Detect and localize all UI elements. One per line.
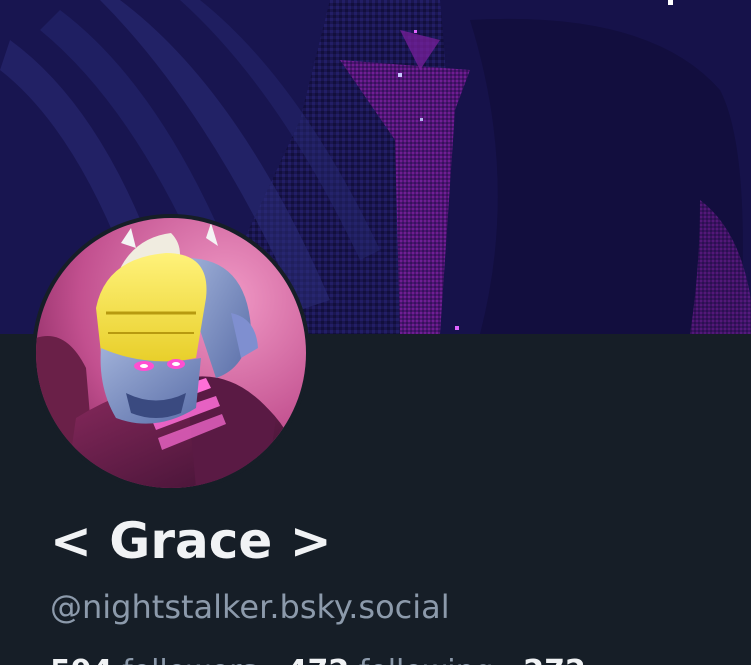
profile-avatar[interactable] — [32, 214, 310, 492]
posts-count: 272 — [523, 654, 586, 665]
followers-count: 594 — [50, 654, 113, 665]
profile-page: < Grace > @nightstalker.bsky.social 594 … — [0, 0, 751, 665]
profile-display-name: < Grace > — [50, 512, 332, 570]
following-label: following — [359, 654, 494, 665]
posts-stat: 272 — [523, 654, 586, 665]
following-count: 472 — [287, 654, 350, 665]
profile-stats: 594 followers 472 following 272 — [50, 652, 586, 665]
followers-stat[interactable]: 594 followers — [50, 654, 287, 665]
profile-handle: @nightstalker.bsky.social — [50, 588, 450, 626]
following-stat[interactable]: 472 following — [287, 654, 524, 665]
followers-label: followers — [122, 654, 257, 665]
